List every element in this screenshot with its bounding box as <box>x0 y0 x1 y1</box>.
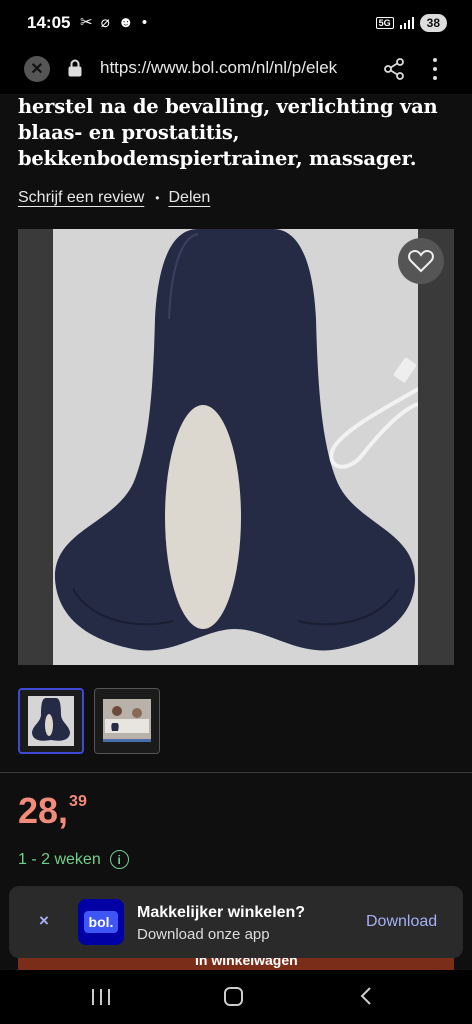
price-whole: 28, <box>18 790 69 831</box>
network-5g-icon: 5G <box>375 17 394 29</box>
price: 28, 39 <box>18 792 87 830</box>
thumbnail-1[interactable] <box>18 688 84 754</box>
price-cents: 39 <box>69 793 87 810</box>
banner-title: Makkelijker winkelen? <box>137 904 306 921</box>
write-review-link[interactable]: Schrijf een review <box>18 189 144 207</box>
notification-icons: ✂ ⌀ ☻ • <box>80 14 150 31</box>
section-divider <box>0 772 472 773</box>
bol-logo: bol. <box>78 899 124 945</box>
banner-subtitle: Download onze app <box>137 926 270 943</box>
share-icon[interactable] <box>383 57 405 81</box>
status-indicators: 5G 38 <box>375 13 447 33</box>
product-image-carousel[interactable] <box>18 229 454 665</box>
app-download-banner: × bol. Makkelijker winkelen? Download on… <box>9 886 463 958</box>
battery-icon: 38 <box>419 14 447 32</box>
signal-icon <box>399 17 414 29</box>
product-title: herstel na de bevalling, verlichting van… <box>18 95 438 170</box>
thumbnail-2[interactable] <box>94 688 160 754</box>
close-tab-icon[interactable]: ✕ <box>24 56 50 82</box>
browser-toolbar: ✕ https://www.bol.com/nl/nl/p/elek <box>0 46 472 94</box>
recent-apps-icon[interactable] <box>92 989 110 1005</box>
add-to-cart-label: In winkelwagen <box>195 958 298 968</box>
add-to-cart-button[interactable]: In winkelwagen <box>18 958 454 970</box>
delivery-time: 1 - 2 weken i <box>18 850 129 869</box>
info-icon[interactable]: i <box>109 850 129 869</box>
system-nav-bar <box>0 970 472 1024</box>
delivery-label: 1 - 2 weken <box>18 850 101 868</box>
favorite-button[interactable] <box>398 238 444 284</box>
bol-logo-text: bol. <box>83 911 119 933</box>
review-share-row: Schrijf een review • Delen <box>18 189 210 207</box>
product-image <box>53 229 420 665</box>
banner-close-button[interactable]: × <box>39 911 49 931</box>
status-bar: 14:05 ✂ ⌀ ☻ • 5G 38 <box>0 0 472 46</box>
home-icon[interactable] <box>224 987 243 1006</box>
heart-icon <box>408 250 434 273</box>
share-link[interactable]: Delen <box>168 189 210 207</box>
lock-icon[interactable] <box>67 59 83 77</box>
url-bar[interactable]: https://www.bol.com/nl/nl/p/elek <box>100 58 368 78</box>
status-time: 14:05 <box>27 13 71 32</box>
more-options-icon[interactable] <box>428 58 442 80</box>
back-icon[interactable] <box>358 986 374 1006</box>
download-button[interactable]: Download <box>366 913 437 931</box>
separator-dot: • <box>155 191 160 205</box>
